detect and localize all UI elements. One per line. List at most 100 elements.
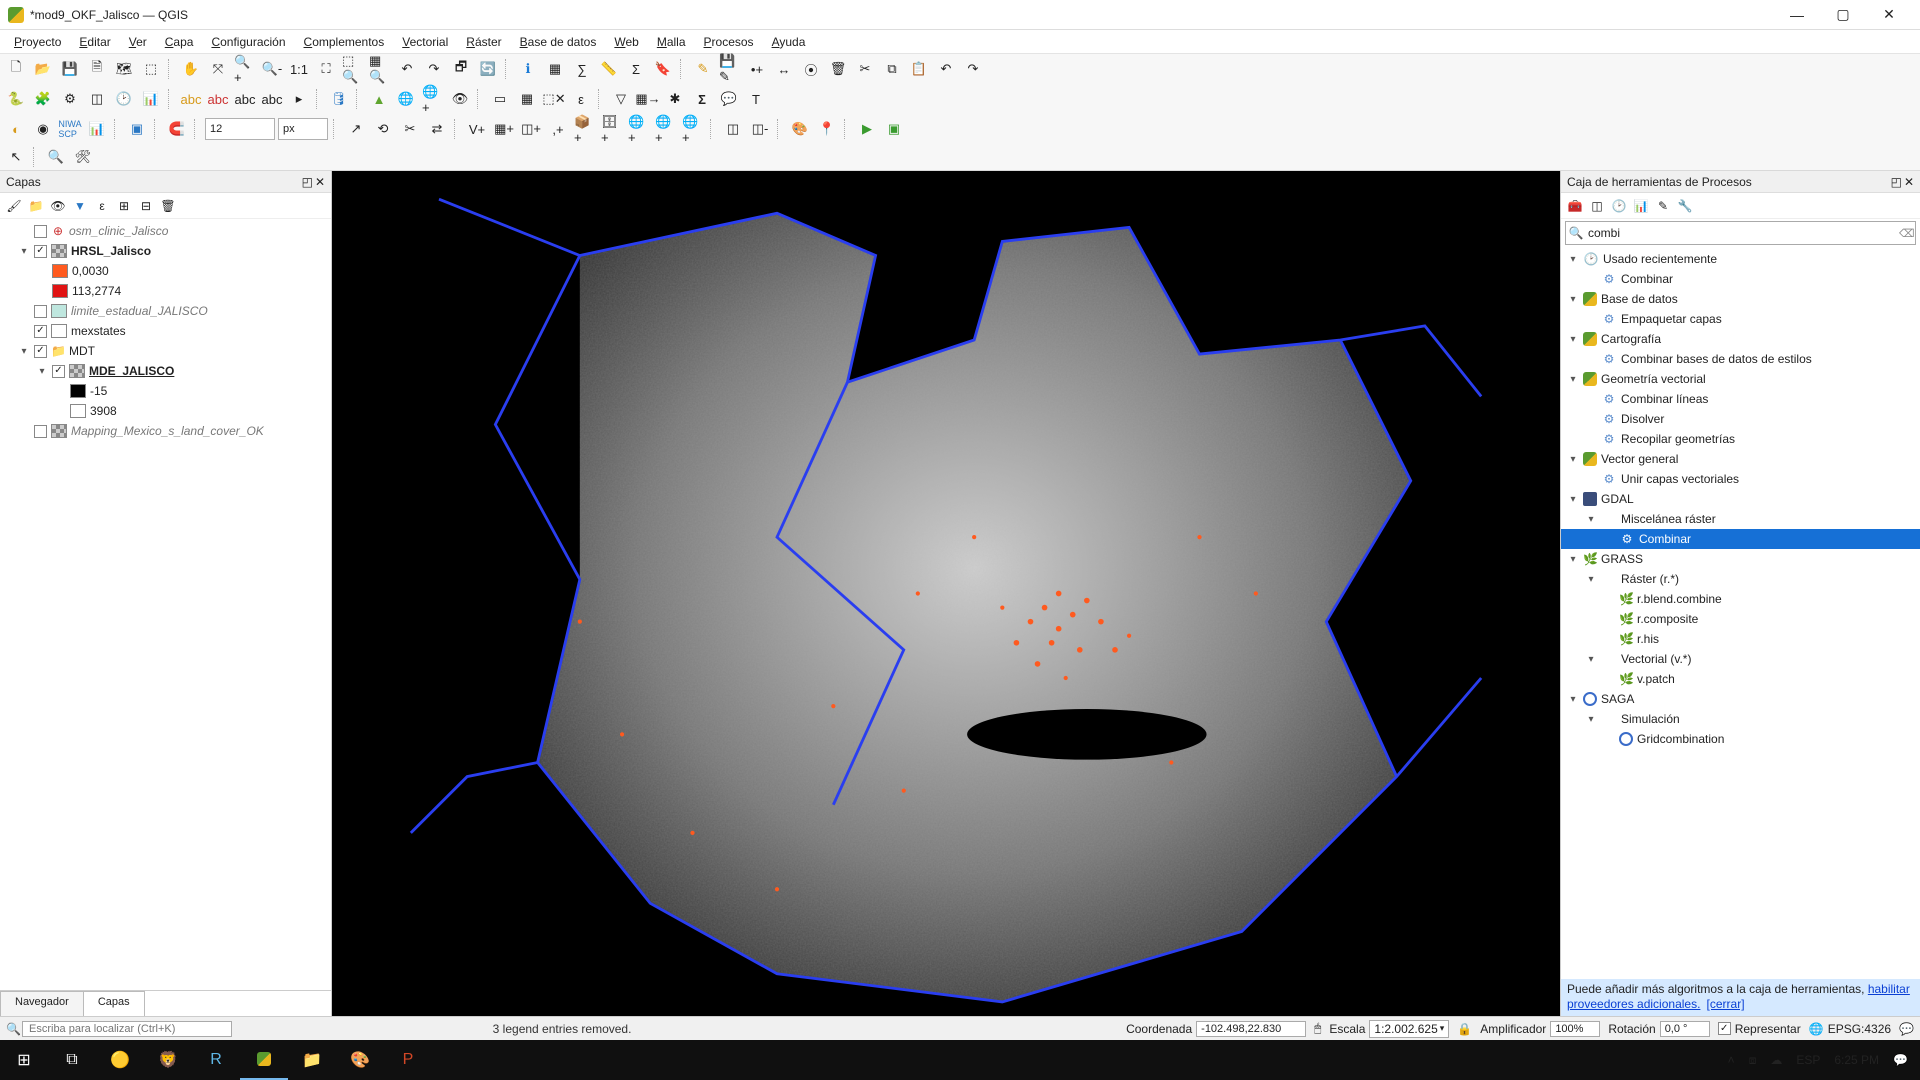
tray-dropbox-icon[interactable]: ⧈ [1749,1053,1757,1068]
panel-close-icon[interactable]: ✕ [1904,175,1914,189]
layer-row[interactable]: limite_estadual_JALISCO [0,301,331,321]
start-button[interactable]: ⊞ [0,1040,48,1080]
attributes-icon[interactable]: ▦ [543,57,567,81]
magnifier-value[interactable] [1550,1021,1600,1037]
cut-icon[interactable]: ✂ [853,57,877,81]
scp-icon[interactable]: ◐ [4,117,28,141]
select-all-icon[interactable]: ▦ [515,87,539,111]
remove-layer-icon[interactable]: ◫- [748,117,772,141]
digitize-1-icon[interactable]: ↗ [344,117,368,141]
brave-icon[interactable]: 🦁 [144,1040,192,1080]
field-calc-icon[interactable]: ∑ [570,57,594,81]
proc-row[interactable]: 🌿r.his [1561,629,1920,649]
layer-checkbox[interactable] [34,345,47,358]
menu-ayuda[interactable]: Ayuda [764,33,814,51]
layer-row[interactable]: ▾📁MDT [0,341,331,361]
proc-options-icon[interactable]: 🔧 [1675,196,1695,216]
layer-expr-icon[interactable]: ε [92,196,112,216]
select-expr-icon[interactable]: ε [569,87,593,111]
menu-base de datos[interactable]: Base de datos [512,33,605,51]
layer-row[interactable]: ⊕osm_clinic_Jalisco [0,221,331,241]
proc-row[interactable]: ⚙Disolver [1561,409,1920,429]
db-manager-icon[interactable]: 🛢 [327,87,351,111]
proc-row[interactable]: 🌿r.composite [1561,609,1920,629]
osm-search-icon[interactable]: 🔍 [44,145,68,169]
deselect-icon[interactable]: ⬚✕ [542,87,566,111]
label-icon-5[interactable]: ▸ [287,87,311,111]
plugin-icon[interactable]: 🧩 [31,87,55,111]
explorer-icon[interactable]: 📁 [288,1040,336,1080]
menu-ráster[interactable]: Ráster [458,33,509,51]
save-project-icon[interactable]: 💾 [58,57,82,81]
add-feature-icon[interactable]: •+ [745,57,769,81]
proc-row[interactable]: ▾Base de datos [1561,289,1920,309]
proc-toolbox-icon[interactable]: 🧰 [1565,196,1585,216]
proc-row[interactable]: ⚙Combinar [1561,269,1920,289]
proc-edit-icon[interactable]: ✎ [1653,196,1673,216]
scp-text-icon[interactable]: NIWASCP [58,117,82,141]
menu-malla[interactable]: Malla [649,33,694,51]
zoom-next-icon[interactable]: ↷ [422,57,446,81]
stats-icon[interactable]: Σ [624,57,648,81]
sum-icon[interactable]: Σ [690,87,714,111]
proc-row[interactable]: Gridcombination [1561,729,1920,749]
arrow-icon[interactable]: ↖ [4,145,28,169]
model-icon[interactable]: ◫ [85,87,109,111]
redo-icon[interactable]: ↷ [961,57,985,81]
history-icon[interactable]: 🕑 [112,87,136,111]
menu-web[interactable]: Web [606,33,646,51]
results-icon[interactable]: 📊 [139,87,163,111]
layer-row[interactable]: 113,2774 [0,281,331,301]
virtual-layer-icon[interactable]: ◫ [721,117,745,141]
csv-new-icon[interactable]: ,+ [546,117,570,141]
tray-chevron-icon[interactable]: ˄ [1728,1053,1735,1067]
proc-row[interactable]: ▾Miscelánea ráster [1561,509,1920,529]
tray-lang[interactable]: ESP [1796,1053,1820,1067]
tips-icon[interactable]: 💬 [717,87,741,111]
zoom-out-icon[interactable]: 🔍- [260,57,284,81]
zoom-in-icon[interactable]: 🔍+ [233,57,257,81]
edit-toggle-icon[interactable]: ✎ [691,57,715,81]
proc-row[interactable]: ▾🌿GRASS [1561,549,1920,569]
scale-value[interactable]: 1:2.002.625▾ [1369,1020,1449,1038]
label-icon-3[interactable]: abc [233,87,257,111]
proc-row[interactable]: ⚙Unir capas vectoriales [1561,469,1920,489]
powerpoint-icon[interactable]: P [384,1040,432,1080]
proc-results-icon[interactable]: 📊 [1631,196,1651,216]
decorations-icon[interactable]: ✱ [663,87,687,111]
proc-row[interactable]: ⚙Empaquetar capas [1561,309,1920,329]
menu-vectorial[interactable]: Vectorial [394,33,456,51]
proc-history-icon[interactable]: 🕑 [1609,196,1629,216]
gpk-new-icon[interactable]: 📦+ [573,117,597,141]
undo-icon[interactable]: ↶ [934,57,958,81]
layer-checkbox[interactable] [34,305,47,318]
proc-row[interactable]: ⚙Combinar líneas [1561,389,1920,409]
proc-row[interactable]: ▾🕑Usado recientemente [1561,249,1920,269]
layer-checkbox[interactable] [34,245,47,258]
open-table-icon[interactable]: ▦→ [636,87,660,111]
layer-row[interactable]: ▾HRSL_Jalisco [0,241,331,261]
scp-band-icon[interactable]: 📊 [85,117,109,141]
window-maximize-button[interactable]: ▢ [1820,0,1866,30]
new-project-icon[interactable]: 🗋 [4,57,28,81]
run-icon[interactable]: ▶ [855,117,879,141]
move-feature-icon[interactable]: ↔ [772,57,796,81]
raster-new-icon[interactable]: ▦+ [492,117,516,141]
menu-editar[interactable]: Editar [71,33,118,51]
digitize-3-icon[interactable]: ✂ [398,117,422,141]
copy-icon[interactable]: ⧉ [880,57,904,81]
layer-add-group-icon[interactable]: 📁 [26,196,46,216]
run2-icon[interactable]: ▣ [882,117,906,141]
proc-row[interactable]: ▾Cartografía [1561,329,1920,349]
identify-icon[interactable]: ℹ [516,57,540,81]
spin-unit[interactable]: px [278,118,328,140]
menu-configuración[interactable]: Configuración [203,33,293,51]
layer-row[interactable]: 3908 [0,401,331,421]
open-project-icon[interactable]: 📂 [31,57,55,81]
qgis-taskbar-icon[interactable] [240,1040,288,1080]
new-map-view-icon[interactable]: 🗗 [449,57,473,81]
extents-icon[interactable]: 🖱 [1314,1021,1321,1036]
render-checkbox[interactable] [1718,1022,1731,1035]
proc-row[interactable]: ▾Simulación [1561,709,1920,729]
layer-expand-icon[interactable]: ⊞ [114,196,134,216]
